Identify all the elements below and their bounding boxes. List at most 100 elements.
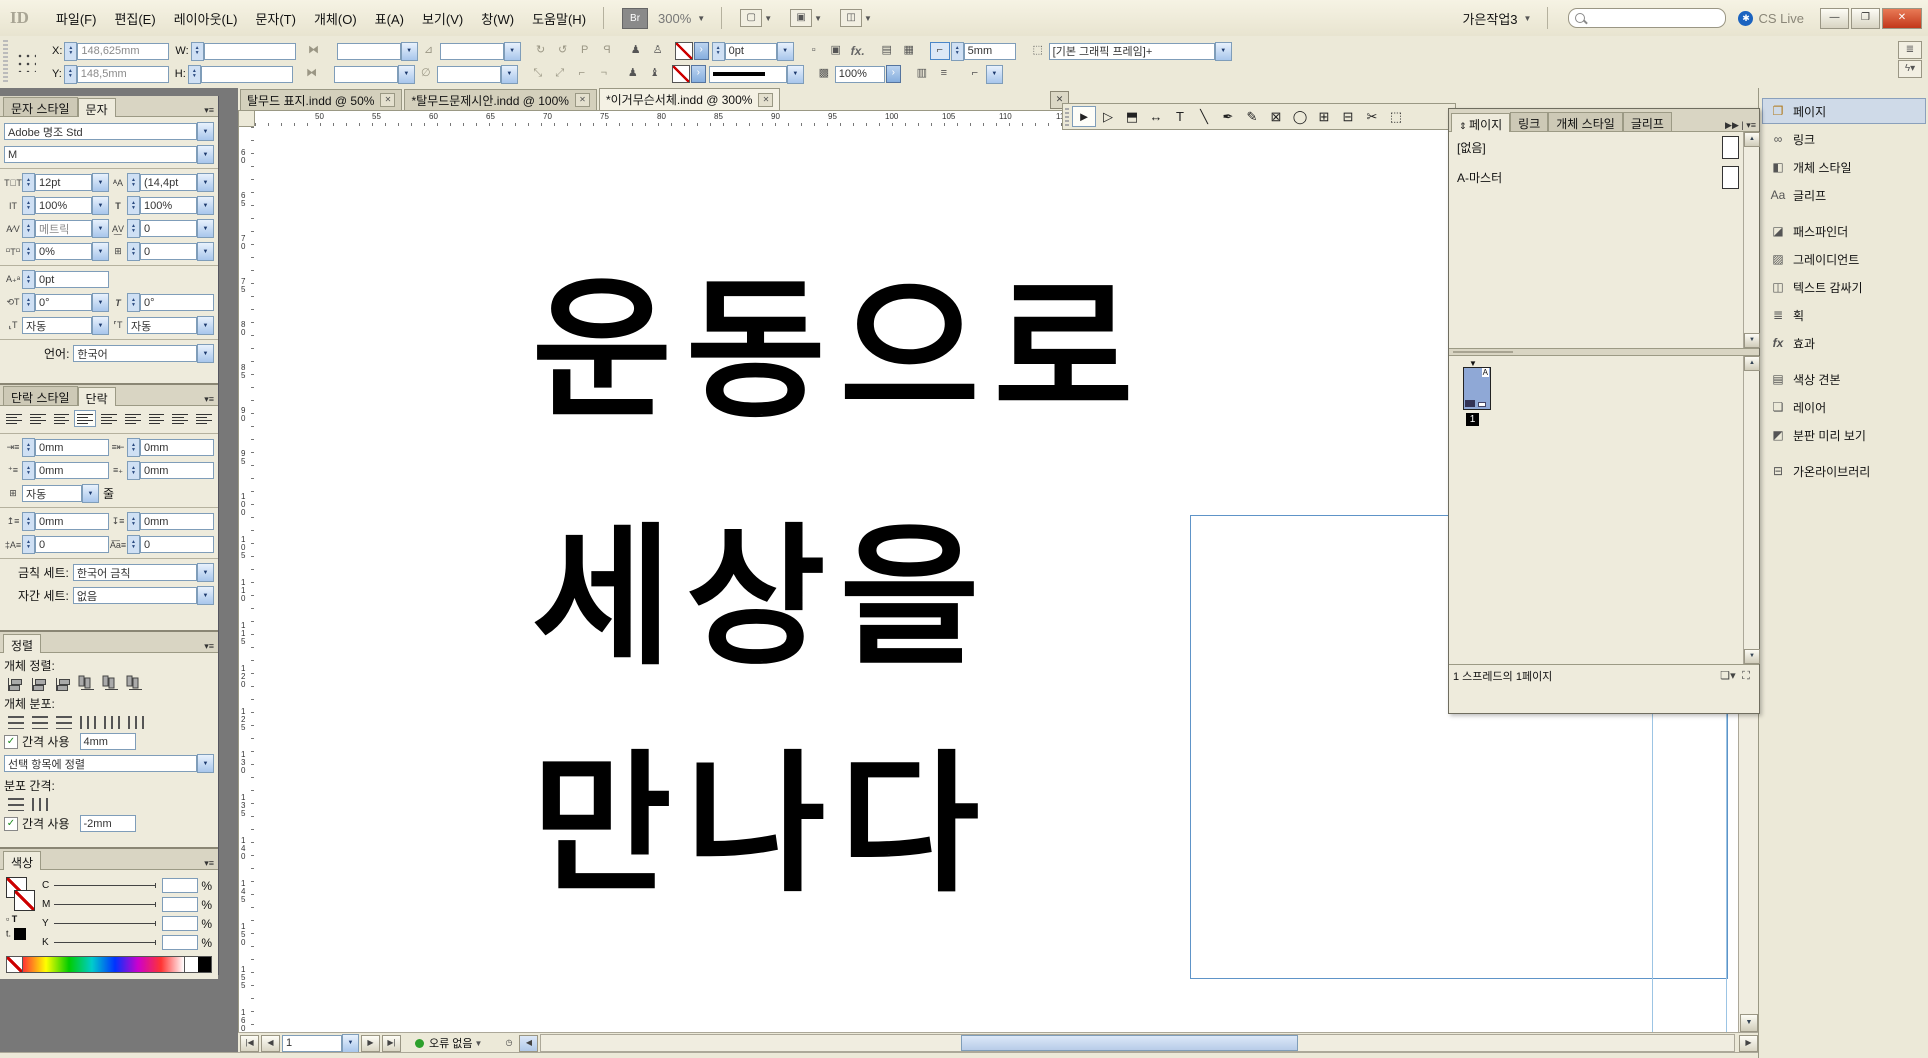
- object-effects-icon[interactable]: ▫: [804, 42, 824, 60]
- previous-page-button[interactable]: ◀: [261, 1035, 280, 1052]
- frame-options-icon[interactable]: ≡: [934, 65, 954, 83]
- panel-menu-icon[interactable]: [204, 858, 214, 869]
- direct-selection-tool[interactable]: ▷: [1096, 106, 1120, 127]
- pages-panel-tab[interactable]: 개체 스타일: [1548, 112, 1623, 131]
- justify-right-icon[interactable]: [122, 410, 144, 427]
- zoom-level-select[interactable]: 300%: [658, 11, 691, 26]
- vertical-scale-dropdown[interactable]: [92, 196, 109, 215]
- h-field[interactable]: [201, 66, 293, 83]
- dock-item-링크[interactable]: ∞링크: [1762, 126, 1926, 152]
- last-page-button[interactable]: ▶|: [382, 1035, 401, 1052]
- shear-dropdown[interactable]: [501, 65, 518, 84]
- stroke-type-dropdown[interactable]: [787, 65, 804, 84]
- opacity-apply-icon[interactable]: ›: [886, 65, 901, 83]
- channel-value-field[interactable]: [162, 897, 198, 912]
- control-panel-menu-icon[interactable]: ≣: [1898, 41, 1922, 59]
- menu-item[interactable]: 보기(V): [413, 8, 472, 31]
- color-spectrum-bar[interactable]: [6, 956, 212, 973]
- tab-align[interactable]: 정렬: [3, 634, 41, 653]
- fit-content-icon[interactable]: ¬: [594, 65, 614, 83]
- distribute-vcenter-icon[interactable]: [32, 716, 48, 729]
- align-left-edges-icon[interactable]: [7, 678, 25, 691]
- dock-item-분판 미리 보기[interactable]: ◩분판 미리 보기: [1762, 422, 1926, 448]
- horizontal-scale-stepper[interactable]: [127, 196, 140, 215]
- dropcap-lines-stepper[interactable]: [22, 535, 35, 554]
- scroll-right-icon[interactable]: ▶: [1739, 1035, 1758, 1052]
- justify-all-icon[interactable]: [146, 410, 168, 427]
- horizontal-scrollbar[interactable]: [540, 1034, 1735, 1052]
- menu-item[interactable]: 파일(F): [47, 8, 106, 31]
- object-style-dropdown[interactable]: [1215, 42, 1232, 61]
- page-number-badge[interactable]: 1: [1466, 413, 1479, 426]
- space-after-stepper[interactable]: [127, 512, 140, 531]
- select-container-icon[interactable]: ♟: [626, 42, 646, 60]
- right-indent-field[interactable]: 0mm: [140, 439, 214, 456]
- align-to-select[interactable]: 선택 항목에 정렬: [4, 755, 197, 772]
- stroke-type-select[interactable]: [709, 66, 787, 83]
- use-spacing-checkbox-2[interactable]: [4, 817, 18, 831]
- pencil-tool[interactable]: ✎: [1240, 106, 1264, 127]
- rotation-angle-field[interactable]: [440, 43, 504, 60]
- tab-paragraph[interactable]: 단락: [78, 387, 116, 406]
- fx-menu[interactable]: fx.: [851, 44, 865, 58]
- select-content-icon[interactable]: ♙: [648, 42, 668, 60]
- dock-item-텍스트 감싸기[interactable]: ◫텍스트 감싸기: [1762, 274, 1926, 300]
- grid-mode-dropdown[interactable]: [82, 484, 99, 503]
- master-page-row[interactable]: [없음]: [1449, 132, 1759, 162]
- delete-page-icon[interactable]: ⛶: [1737, 668, 1755, 684]
- scroll-left-icon[interactable]: ◀: [519, 1035, 538, 1052]
- font-size-stepper[interactable]: [22, 173, 35, 192]
- w-field[interactable]: [204, 43, 296, 60]
- reference-point-proxy[interactable]: [14, 50, 36, 72]
- close-button[interactable]: ✕: [1882, 8, 1922, 29]
- channel-value-field[interactable]: [162, 916, 198, 931]
- scroll-down-icon[interactable]: ▼: [1740, 1014, 1758, 1032]
- canvas-text-line[interactable]: 운동으로: [532, 270, 1147, 430]
- pages-scrollbar[interactable]: ▲ ▼: [1743, 356, 1759, 664]
- tatechuyoko-select[interactable]: 자동: [127, 317, 197, 334]
- y-field[interactable]: 148,5mm: [77, 66, 169, 83]
- stroke-weight-stepper[interactable]: [712, 42, 725, 61]
- mojikumi-dropdown[interactable]: [197, 586, 214, 605]
- align-center-icon[interactable]: [27, 410, 49, 427]
- left-indent-field[interactable]: 0mm: [35, 439, 109, 456]
- justify-center-icon[interactable]: [98, 410, 120, 427]
- kerning-field[interactable]: 메트릭: [35, 220, 92, 237]
- formatting-affects-icons[interactable]: ▫ T: [6, 914, 40, 924]
- font-size-dropdown[interactable]: [92, 173, 109, 192]
- align-toward-spine-icon[interactable]: [169, 410, 191, 427]
- align-left-icon[interactable]: [3, 410, 25, 427]
- corner-shape-dropdown[interactable]: [986, 65, 1003, 84]
- rotate-180-icon[interactable]: ⤢: [550, 65, 570, 83]
- kinsoku-select[interactable]: 한국어 금칙: [73, 564, 197, 581]
- proportional-stepper[interactable]: [22, 242, 35, 261]
- space-before-field[interactable]: 0mm: [35, 513, 109, 530]
- pages-panel-tab[interactable]: 링크: [1510, 112, 1548, 131]
- dock-item-그레이디언트[interactable]: ▨그레이디언트: [1762, 246, 1926, 272]
- font-size-field[interactable]: 12pt: [35, 174, 92, 191]
- page-number-field[interactable]: 1: [282, 1035, 342, 1052]
- quick-apply-icon[interactable]: ϟ▾: [1898, 60, 1922, 78]
- scroll-down-icon[interactable]: ▼: [1744, 649, 1760, 664]
- channel-value-field[interactable]: [162, 935, 198, 950]
- panel-grip[interactable]: [3, 40, 8, 84]
- preflight-menu-icon[interactable]: ◷: [500, 1036, 517, 1051]
- language-dropdown[interactable]: [197, 344, 214, 363]
- warichu-select[interactable]: 자동: [22, 317, 92, 334]
- pages-panel-tab[interactable]: 글리프: [1623, 112, 1672, 131]
- bridge-button[interactable]: Br: [622, 8, 648, 29]
- menu-item[interactable]: 문자(T): [246, 8, 305, 31]
- scroll-up-icon[interactable]: ▲: [1744, 356, 1760, 371]
- leading-dropdown[interactable]: [197, 173, 214, 192]
- drop-shadow-icon[interactable]: ▣: [826, 42, 846, 60]
- mojikumi-select[interactable]: 없음: [73, 587, 197, 604]
- rainbow-spectrum[interactable]: [23, 957, 184, 972]
- dock-item-패스파인더[interactable]: ◪패스파인더: [1762, 218, 1926, 244]
- channel-value-field[interactable]: [162, 878, 198, 893]
- rounded-corner-icon[interactable]: ⌐: [965, 65, 985, 83]
- proportional-field[interactable]: 0%: [35, 243, 92, 260]
- shear-angle-field[interactable]: [437, 66, 501, 83]
- document-tab[interactable]: *이거무슨서체.indd @ 300%✕: [599, 88, 780, 110]
- black-swatch[interactable]: [198, 957, 211, 972]
- distribute-spacing-field[interactable]: -2mm: [80, 815, 136, 832]
